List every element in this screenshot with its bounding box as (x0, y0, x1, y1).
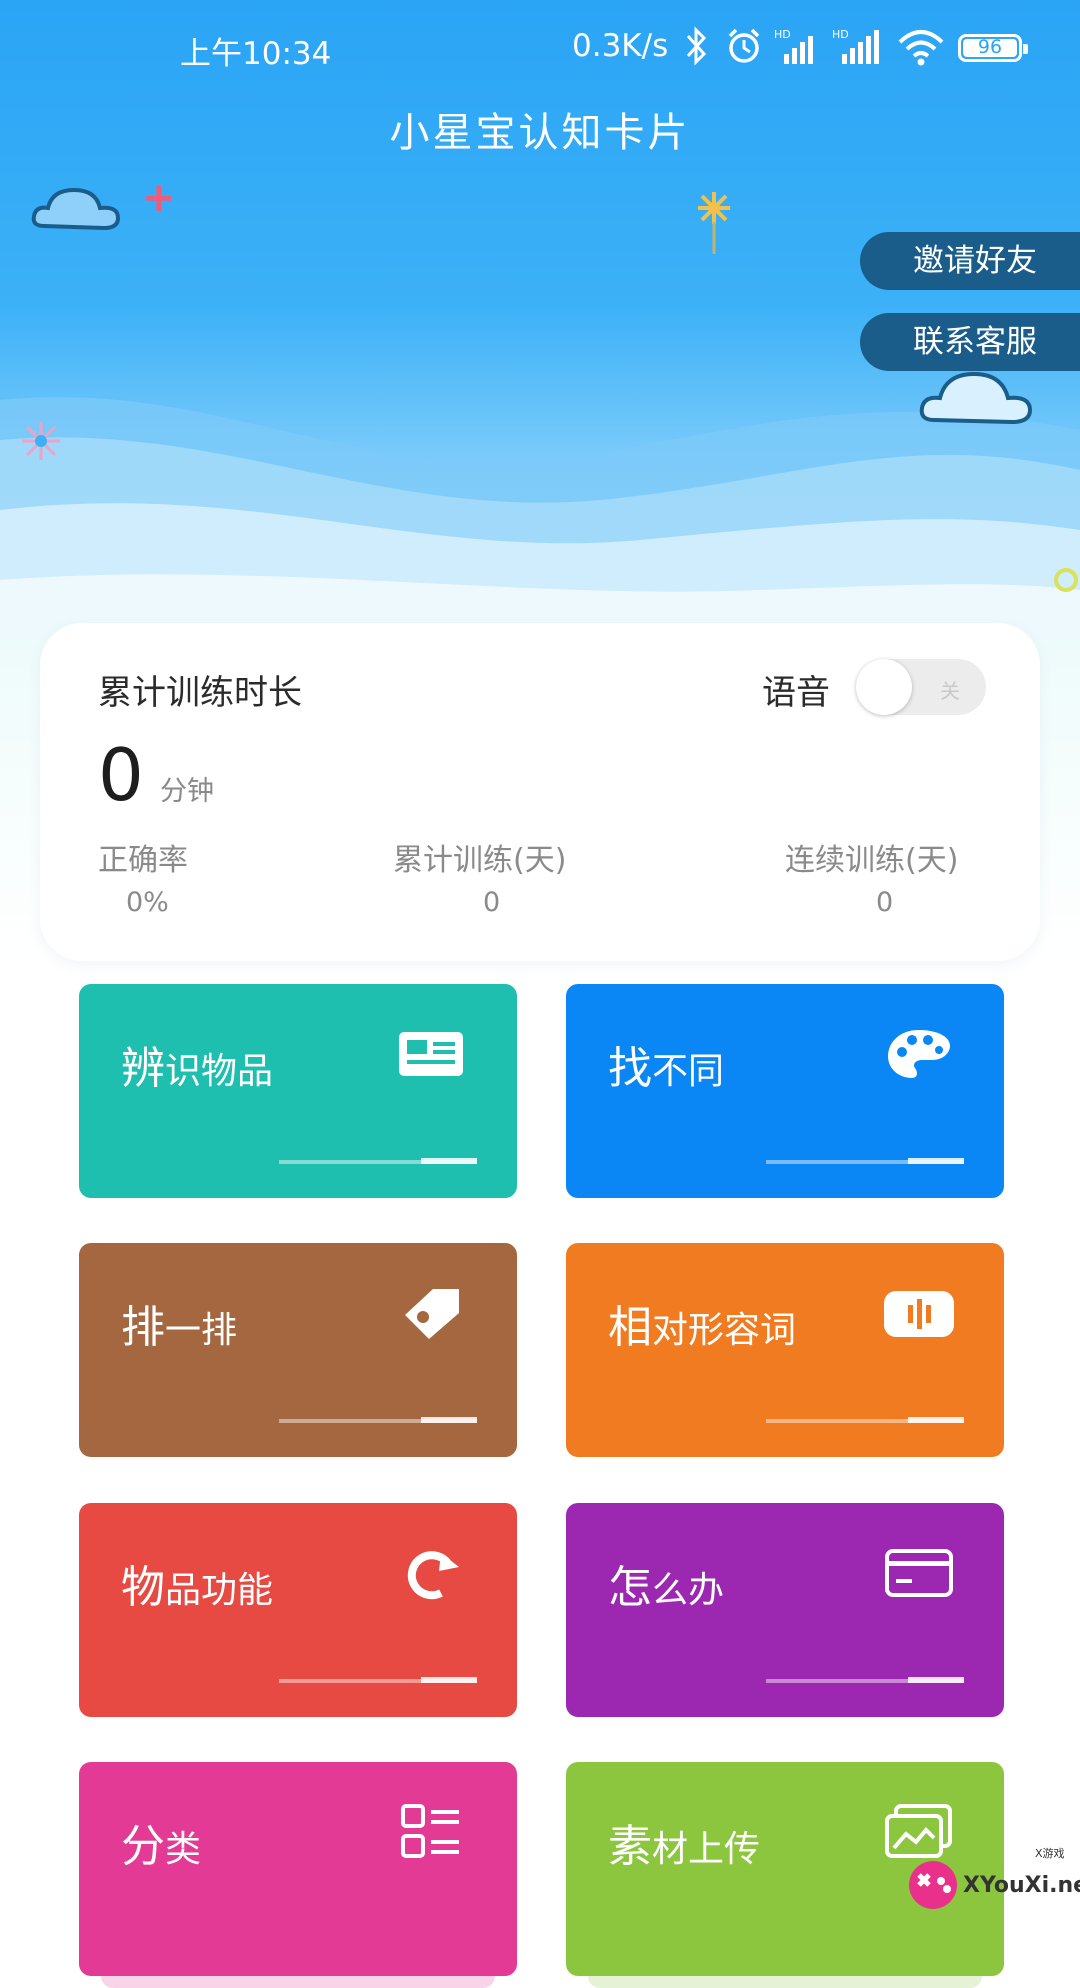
tile-progress-bar (279, 1158, 477, 1164)
battery-level: 96 (977, 36, 1003, 58)
cloud-icon (919, 371, 1033, 425)
voice-label: 语音 (762, 673, 830, 713)
total-days-value: 0 (483, 887, 501, 918)
tile-progress-bar (766, 1158, 964, 1164)
tile-label: 辨识物品 (121, 1043, 274, 1094)
accuracy-label: 正确率 (98, 843, 188, 878)
tile-classify[interactable]: 分类 (79, 1762, 517, 1988)
tile-label: 素材上传 (608, 1821, 761, 1872)
tile-item-function[interactable]: 物品功能 (79, 1503, 517, 1729)
tile-what-to-do[interactable]: 怎么办 (566, 1503, 1004, 1729)
tile-progress-bar (766, 1417, 964, 1423)
tile-label: 怎么办 (608, 1562, 725, 1613)
status-time: 上午10:34 (180, 36, 332, 72)
tile-progress-bar (279, 1677, 477, 1683)
wifi-icon (898, 30, 944, 66)
plus-star-icon: + (142, 175, 176, 221)
palette-icon (888, 1030, 950, 1078)
tile-label: 相对形容词 (608, 1302, 797, 1353)
audio-bars-icon (884, 1291, 954, 1337)
firework-icon (22, 422, 60, 460)
streak-days-value: 0 (876, 887, 894, 918)
svg-text:HD: HD (832, 28, 849, 41)
toggle-state-text: 关 (940, 679, 960, 703)
watermark-text: XYouXi.net (963, 1873, 1080, 1898)
ring-icon (1054, 568, 1078, 592)
contact-support-button[interactable]: 联系客服 (860, 313, 1080, 371)
tile-adjectives[interactable]: 相对形容词 (566, 1243, 1004, 1469)
tile-label: 物品功能 (121, 1562, 274, 1613)
signal-icon: HD (774, 28, 813, 64)
status-bar: 上午10:34 0.3K/s HD HD 96 (0, 0, 1080, 96)
list-icon (401, 1804, 459, 1858)
tile-identify-items[interactable]: 辨识物品 (79, 984, 517, 1210)
stats-title: 累计训练时长 (98, 673, 302, 713)
svg-text:HD: HD (774, 28, 791, 41)
tile-label: 找不同 (608, 1043, 725, 1094)
tile-progress-bar (766, 1677, 964, 1683)
gamepad-logo-icon (909, 1861, 957, 1909)
streak-days-label: 连续训练(天) (785, 843, 959, 878)
tile-progress-bar (279, 1417, 477, 1423)
battery-icon: 96 (958, 34, 1028, 62)
voice-toggle[interactable]: 关 (856, 659, 986, 715)
tile-label: 分类 (121, 1821, 202, 1872)
signal-icon: HD (832, 28, 879, 64)
total-days-label: 累计训练(天) (393, 843, 567, 878)
invite-friends-button[interactable]: 邀请好友 (860, 232, 1080, 290)
card-icon (885, 1549, 953, 1597)
alarm-icon (728, 28, 760, 63)
app-title: 小星宝认知卡片 (389, 110, 691, 156)
training-minutes-unit: 分钟 (160, 776, 214, 807)
id-card-icon (399, 1032, 463, 1076)
training-minutes-value: 0 (98, 733, 144, 817)
cloud-icon (31, 187, 121, 231)
network-speed: 0.3K/s (572, 28, 669, 64)
training-stats-card: 累计训练时长 语音 关 0 分钟 正确率 0% 累计训练(天) 0 连续训练(天… (40, 623, 1040, 961)
tag-icon (405, 1289, 459, 1339)
tile-label: 排一排 (121, 1302, 238, 1353)
refresh-icon (407, 1551, 459, 1600)
flower-icon (698, 192, 730, 254)
site-watermark: X游戏 XYouXi.net (905, 1845, 1080, 1915)
tile-find-difference[interactable]: 找不同 (566, 984, 1004, 1210)
watermark-small-text: X游戏 (1035, 1847, 1065, 1860)
tile-sort-order[interactable]: 排一排 (79, 1243, 517, 1469)
bluetooth-icon (686, 26, 707, 66)
accuracy-value: 0% (126, 887, 169, 918)
toggle-knob (856, 659, 912, 715)
